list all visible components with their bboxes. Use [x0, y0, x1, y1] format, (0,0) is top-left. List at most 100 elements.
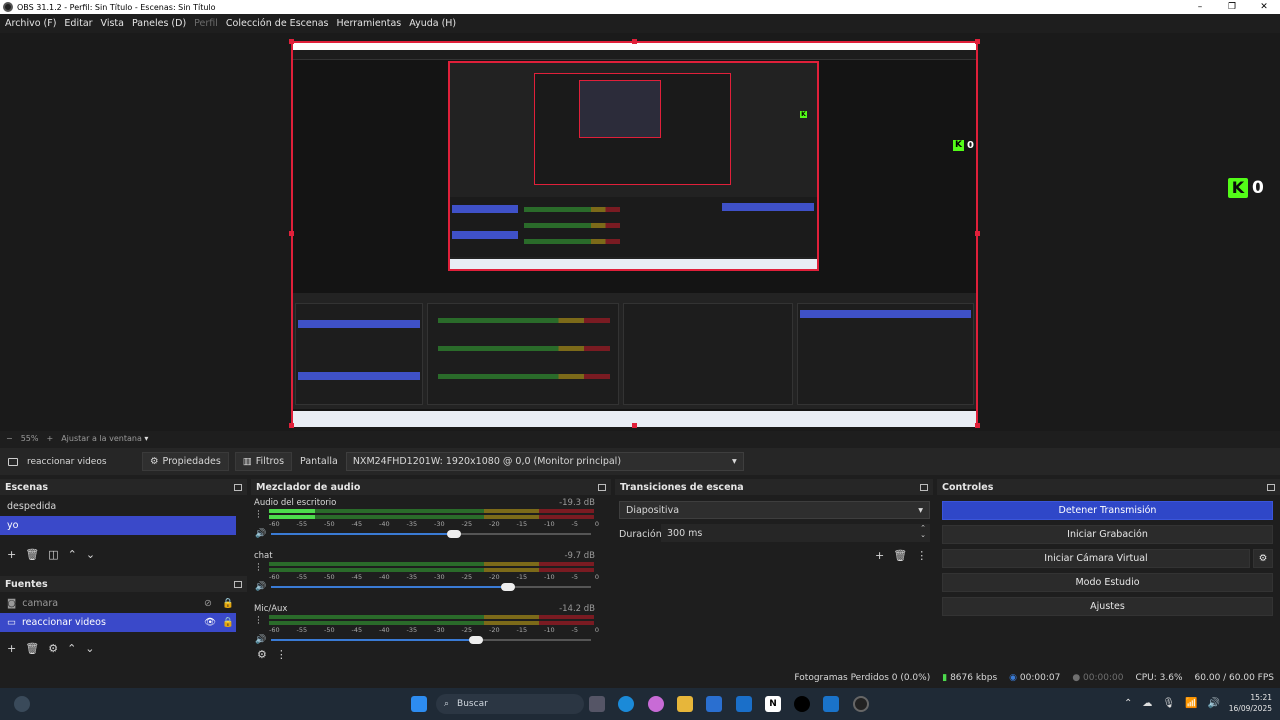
add-scene-button[interactable]: +	[7, 548, 16, 561]
add-source-button[interactable]: +	[7, 642, 16, 655]
channel-menu-icon[interactable]: · · ·	[257, 508, 260, 523]
menu-perfil[interactable]: Perfil	[194, 18, 218, 29]
transition-select[interactable]: Diapositiva ▾	[619, 501, 930, 519]
speaker-icon[interactable]: 🔊	[255, 529, 266, 539]
spin-arrows-icon[interactable]: ⌃ ⌄	[920, 525, 926, 539]
windows-start-icon[interactable]	[411, 696, 427, 712]
outlook-icon[interactable]	[736, 696, 752, 712]
chevron-up-icon[interactable]: ⌃	[1124, 698, 1132, 709]
remove-source-button[interactable]: 🗑	[25, 642, 39, 655]
duration-spinbox[interactable]: 300 ms ⌃ ⌄	[661, 524, 930, 542]
handle-bottom-left[interactable]	[289, 423, 294, 428]
eye-icon[interactable]: 👁	[204, 617, 216, 628]
cloud-icon[interactable]: ☁	[1142, 698, 1152, 709]
source-properties-button[interactable]: ⚙	[48, 642, 58, 655]
channel-menu-icon[interactable]: · · ·	[257, 561, 260, 576]
display-select[interactable]: NXM24FHD1201W: 1920x1080 @ 0,0 (Monitor …	[345, 452, 744, 471]
zoom-in-button[interactable]: +	[46, 434, 53, 443]
virtual-camera-settings-button[interactable]: ⚙	[1253, 549, 1273, 568]
speaker-icon[interactable]: 🔊	[255, 635, 266, 645]
hidden-eye-icon[interactable]: ⊘	[204, 598, 212, 609]
handle-top-left[interactable]	[289, 39, 294, 44]
properties-button[interactable]: ⚙ Propiedades	[142, 452, 229, 471]
lock-icon[interactable]: 🔒	[222, 617, 234, 628]
wifi-icon[interactable]: 📶	[1185, 698, 1197, 709]
file-explorer-icon[interactable]	[677, 696, 693, 712]
undock-icon[interactable]	[598, 483, 606, 491]
move-down-button[interactable]: ⌄	[86, 548, 95, 561]
undock-icon[interactable]	[234, 483, 242, 491]
settings-button[interactable]: Ajustes	[942, 597, 1273, 616]
store-icon[interactable]	[706, 696, 722, 712]
volume-slider[interactable]	[271, 636, 591, 644]
minimize-button[interactable]: –	[1184, 0, 1216, 14]
handle-top[interactable]	[632, 39, 637, 44]
edge-icon[interactable]	[618, 696, 634, 712]
copilot-icon[interactable]	[648, 696, 664, 712]
preview-canvas[interactable]: K K 0 K 0	[0, 33, 1280, 431]
app-icon[interactable]	[823, 696, 839, 712]
tiktok-icon[interactable]	[794, 696, 810, 712]
volume-slider[interactable]	[271, 583, 591, 591]
cpu-usage: CPU: 3.6%	[1135, 673, 1183, 683]
clock[interactable]: 15:21 16/09/2025	[1229, 692, 1272, 714]
menu-ayuda[interactable]: Ayuda (H)	[409, 18, 456, 29]
menu-coleccion-escenas[interactable]: Colección de Escenas	[226, 18, 329, 29]
menu-archivo[interactable]: Archivo (F)	[5, 18, 56, 29]
studio-mode-button[interactable]: Modo Estudio	[942, 573, 1273, 592]
filters-button[interactable]: ▥ Filtros	[234, 452, 293, 471]
mic-icon[interactable]: 🎙	[1162, 698, 1175, 709]
lock-icon[interactable]: 🔒	[222, 598, 234, 609]
taskbar-search[interactable]: ⌕ Buscar	[436, 694, 584, 714]
task-view-icon[interactable]	[589, 696, 605, 712]
move-up-button[interactable]: ⌃	[68, 548, 77, 561]
remove-transition-button[interactable]: 🗑	[893, 549, 907, 562]
stop-stream-button[interactable]: Detener Transmisión	[942, 501, 1273, 520]
menu-editar[interactable]: Editar	[64, 18, 92, 29]
transition-menu-icon[interactable]: ⋮	[916, 549, 927, 562]
channel-menu-icon[interactable]: · · ·	[257, 614, 260, 629]
meter-tick-label: -5	[571, 520, 578, 528]
source-item-reaccionar-videos[interactable]: ▭ reaccionar videos 👁 🔒	[0, 613, 236, 632]
volume-slider[interactable]	[271, 530, 591, 538]
close-button[interactable]: ✕	[1248, 0, 1280, 14]
nested-meter-3	[524, 239, 620, 244]
source-item-camara[interactable]: ◙ camara ⊘ 🔒	[0, 594, 247, 613]
widgets-icon[interactable]	[14, 696, 30, 712]
zoom-out-button[interactable]: −	[6, 434, 13, 443]
start-recording-button[interactable]: Iniciar Grabación	[942, 525, 1273, 544]
undock-icon[interactable]	[920, 483, 928, 491]
volume-icon[interactable]: 🔊	[1208, 698, 1220, 709]
undock-icon[interactable]	[234, 580, 242, 588]
menu-herramientas[interactable]: Herramientas	[337, 18, 402, 29]
menu-paneles[interactable]: Paneles (D)	[132, 18, 186, 29]
handle-right[interactable]	[975, 231, 980, 236]
move-down-button[interactable]: ⌄	[85, 642, 94, 655]
handle-left[interactable]	[289, 231, 294, 236]
add-transition-button[interactable]: +	[875, 549, 884, 562]
handle-top-right[interactable]	[975, 39, 980, 44]
meter-tick-label: -55	[296, 573, 308, 581]
speaker-icon[interactable]: 🔊	[255, 582, 266, 592]
meter-tick-label: -60	[269, 626, 280, 634]
mixer-dock-header: Mezclador de audio	[251, 479, 611, 495]
maximize-button[interactable]: ❐	[1216, 0, 1248, 14]
undock-icon[interactable]	[1267, 483, 1275, 491]
scene-item-despedida[interactable]: despedida	[0, 497, 247, 516]
display-label: Pantalla	[300, 456, 338, 467]
obs-taskbar-icon[interactable]	[853, 696, 869, 712]
nested-docks	[450, 197, 817, 257]
notion-icon[interactable]: N	[765, 696, 781, 712]
handle-bottom[interactable]	[632, 423, 637, 428]
zoom-fit-dropdown[interactable]: Ajustar a la ventana ▾	[61, 434, 148, 443]
menu-vista[interactable]: Vista	[101, 18, 124, 29]
scene-filters-button[interactable]: ◫	[48, 548, 58, 561]
selected-source-preview[interactable]: K K 0	[291, 41, 978, 427]
advanced-audio-icon[interactable]: ⚙	[257, 648, 267, 661]
start-virtual-camera-button[interactable]: Iniciar Cámara Virtual	[942, 549, 1250, 568]
remove-scene-button[interactable]: 🗑	[25, 548, 39, 561]
scene-item-yo[interactable]: yo	[0, 516, 236, 535]
move-up-button[interactable]: ⌃	[67, 642, 76, 655]
mixer-menu-icon[interactable]: ⋮	[276, 648, 287, 661]
handle-bottom-right[interactable]	[975, 423, 980, 428]
